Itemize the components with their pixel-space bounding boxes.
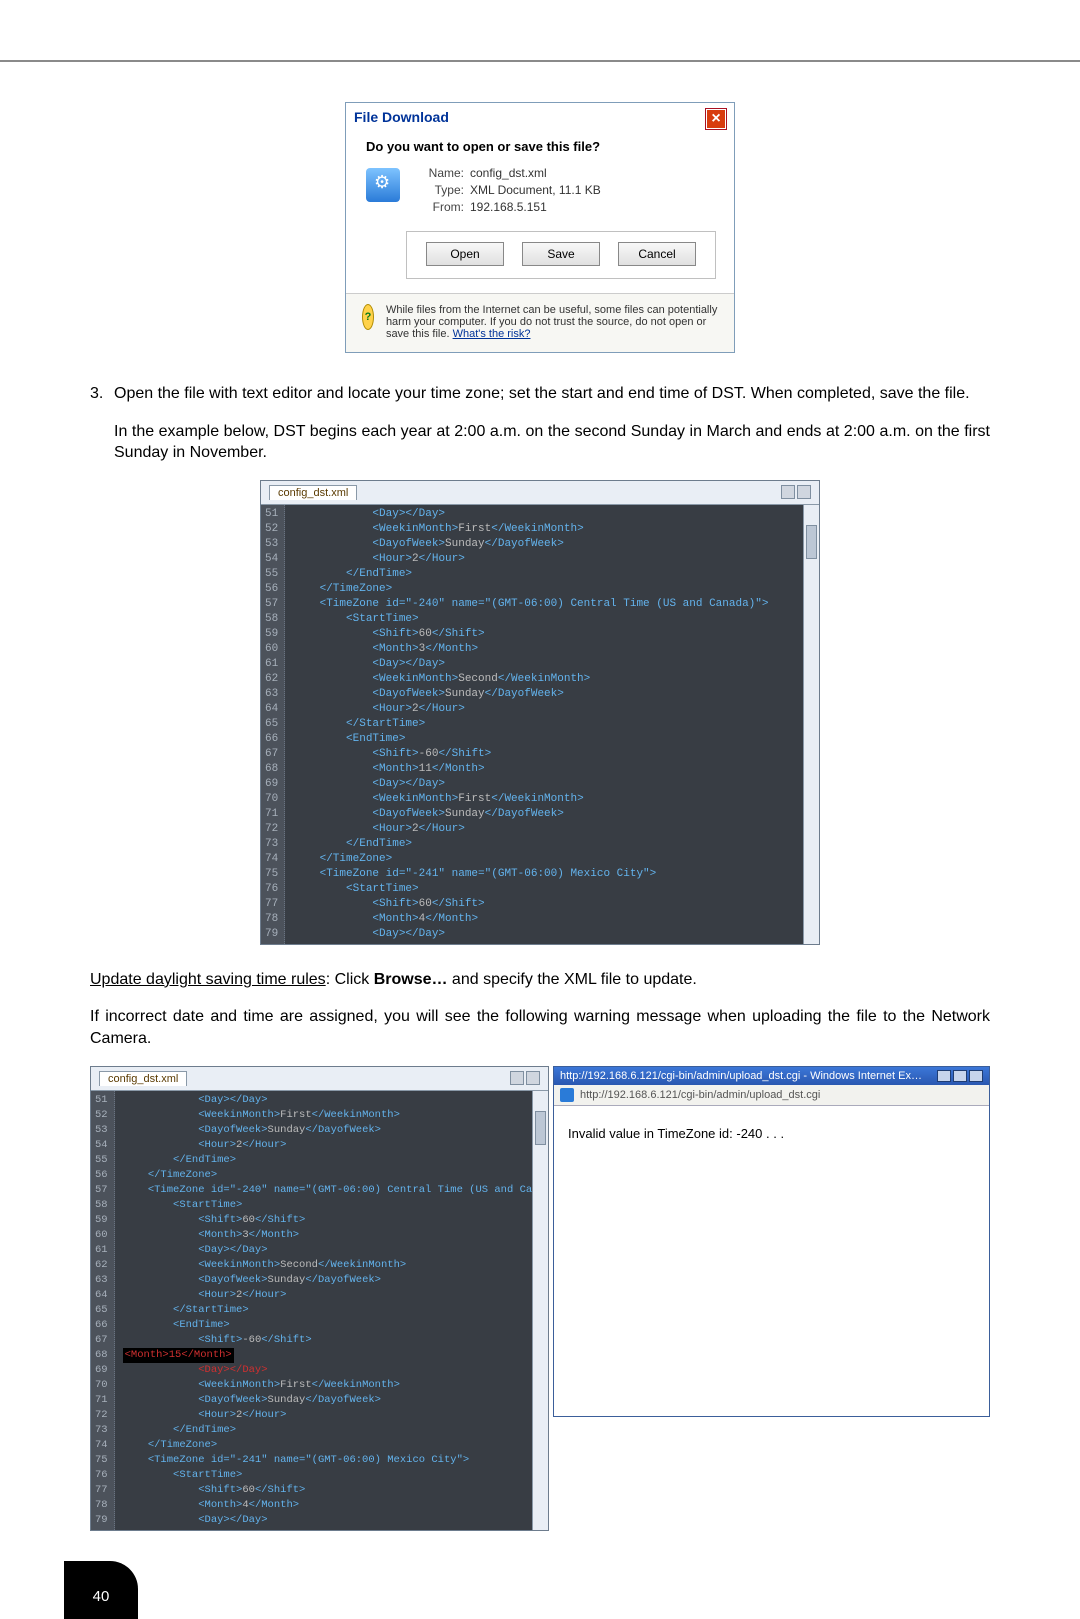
dialog-question: Do you want to open or save this file? <box>346 139 734 166</box>
warning-instruction: If incorrect date and time are assigned,… <box>90 1006 990 1049</box>
xml-editor-screenshot-1: config_dst.xml 5152535455565758596061626… <box>260 480 820 945</box>
from-value: 192.168.5.151 <box>470 200 547 214</box>
warning-icon: ? <box>362 304 374 330</box>
editor-tab[interactable]: config_dst.xml <box>99 1071 187 1086</box>
step-number: 3. <box>90 383 114 405</box>
browser-error-window: http://192.168.6.121/cgi-bin/admin/uploa… <box>553 1066 990 1417</box>
save-button[interactable]: Save <box>522 242 600 266</box>
page-icon <box>560 1088 574 1102</box>
cancel-button[interactable]: Cancel <box>618 242 696 266</box>
file-type-icon <box>366 168 400 202</box>
close-icon[interactable]: × <box>706 109 726 129</box>
scrollbar[interactable] <box>803 505 819 944</box>
open-button[interactable]: Open <box>426 242 504 266</box>
name-value: config_dst.xml <box>470 166 547 180</box>
name-label: Name: <box>416 166 464 180</box>
warning-text: While files from the Internet can be use… <box>386 304 718 340</box>
error-message: Invalid value in TimeZone id: -240 . . . <box>568 1126 784 1141</box>
address-bar[interactable]: http://192.168.6.121/cgi-bin/admin/uploa… <box>580 1089 820 1101</box>
line-gutter: 5152535455565758596061626364656667686970… <box>261 505 285 944</box>
code-area: <Day></Day> <WeekinMonth>First</WeekinMo… <box>115 1091 532 1530</box>
minimize-icon[interactable] <box>937 1070 951 1082</box>
editor-btn-left-icon[interactable] <box>781 485 795 499</box>
whats-the-risk-link[interactable]: What's the risk? <box>453 328 531 340</box>
scrollbar[interactable] <box>532 1091 548 1530</box>
line-gutter: 5152535455565758596061626364656667686970… <box>91 1091 115 1530</box>
from-label: From: <box>416 200 464 214</box>
type-value: XML Document, 11.1 KB <box>470 183 601 197</box>
editor-btn-left-icon[interactable] <box>510 1071 524 1085</box>
browser-title: http://192.168.6.121/cgi-bin/admin/uploa… <box>560 1070 922 1082</box>
editor-btn-right-icon[interactable] <box>797 485 811 499</box>
example-note: In the example below, DST begins each ye… <box>114 421 990 464</box>
file-download-dialog: File Download × Do you want to open or s… <box>345 102 735 353</box>
maximize-icon[interactable] <box>953 1070 967 1082</box>
close-icon[interactable] <box>969 1070 983 1082</box>
page-number: 40 <box>64 1561 138 1619</box>
code-area: <Day></Day> <WeekinMonth>First</WeekinMo… <box>285 505 803 944</box>
xml-editor-screenshot-2: config_dst.xml 5152535455565758596061626… <box>90 1066 549 1531</box>
editor-tab[interactable]: config_dst.xml <box>269 485 357 500</box>
update-instruction: Update daylight saving time rules: Click… <box>90 969 990 991</box>
type-label: Type: <box>416 183 464 197</box>
step-text: Open the file with text editor and locat… <box>114 383 990 405</box>
dialog-title: File Download <box>354 109 449 125</box>
editor-btn-right-icon[interactable] <box>526 1071 540 1085</box>
